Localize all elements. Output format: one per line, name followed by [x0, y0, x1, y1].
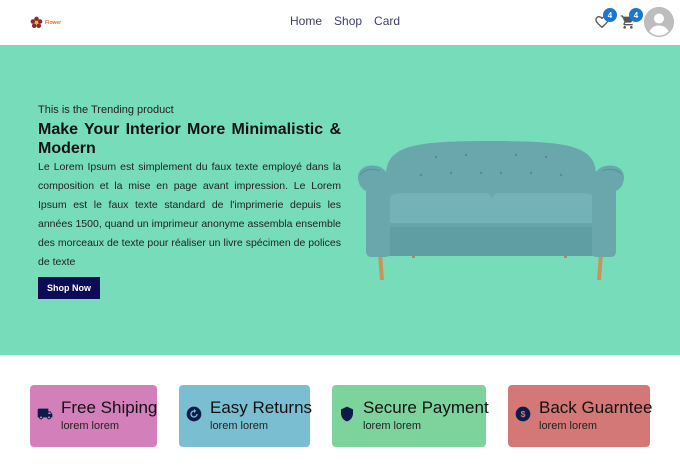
- hero-eyebrow: This is the Trending product: [38, 104, 174, 116]
- hero-description: Le Lorem Ipsum est simplement du faux te…: [38, 161, 341, 268]
- feature-subtitle: lorem lorem: [61, 420, 120, 432]
- flower-logo-icon: [30, 16, 43, 29]
- navbar: Flower Home Shop Card 4 4: [0, 0, 680, 45]
- feature-title: Easy Returns: [210, 398, 313, 417]
- shop-now-button[interactable]: Shop Now: [38, 277, 100, 299]
- feature-title: Back Guarntee: [539, 398, 653, 417]
- feature-title: Free Shiping: [61, 398, 158, 417]
- feature-card-free-shipping[interactable]: Free Shiping lorem lorem: [30, 385, 157, 447]
- cart-button[interactable]: 4: [617, 8, 643, 34]
- feature-card-secure-payment[interactable]: Secure Payment lorem lorem: [332, 385, 489, 447]
- feature-subtitle: lorem lorem: [210, 420, 269, 432]
- hero-banner: This is the Trending product Make Your I…: [0, 45, 680, 355]
- logo[interactable]: Flower: [30, 16, 61, 29]
- feature-card-easy-returns[interactable]: Easy Returns lorem lorem: [179, 385, 313, 447]
- nav-actions: 4 4: [591, 7, 674, 37]
- wishlist-count-badge: 4: [603, 8, 617, 22]
- features-section: Free Shiping lorem lorem Easy Returns lo…: [0, 355, 680, 475]
- feature-subtitle: lorem lorem: [539, 420, 598, 432]
- feature-title: Secure Payment: [363, 398, 489, 417]
- nav-link-shop[interactable]: Shop: [334, 14, 362, 28]
- logo-text: Flower: [45, 20, 62, 26]
- cart-count-badge: 4: [629, 8, 643, 22]
- return-icon: [185, 405, 203, 423]
- feature-card-back-guarantee[interactable]: $ Back Guarntee lorem lorem: [508, 385, 653, 447]
- truck-icon: [36, 405, 54, 423]
- wishlist-button[interactable]: 4: [591, 8, 617, 34]
- user-avatar[interactable]: [644, 7, 674, 37]
- nav-link-home[interactable]: Home: [290, 14, 322, 28]
- sofa-product-image: [358, 141, 624, 280]
- dollar-icon: $: [514, 405, 532, 423]
- nav-links: Home Shop Card: [290, 14, 400, 28]
- nav-link-card[interactable]: Card: [374, 14, 400, 28]
- feature-subtitle: lorem lorem: [363, 420, 422, 432]
- svg-text:$: $: [521, 409, 526, 419]
- user-avatar-icon: [644, 7, 674, 37]
- hero-title: Make Your Interior More Minimalistic & M…: [38, 121, 341, 157]
- shield-icon: [338, 405, 356, 423]
